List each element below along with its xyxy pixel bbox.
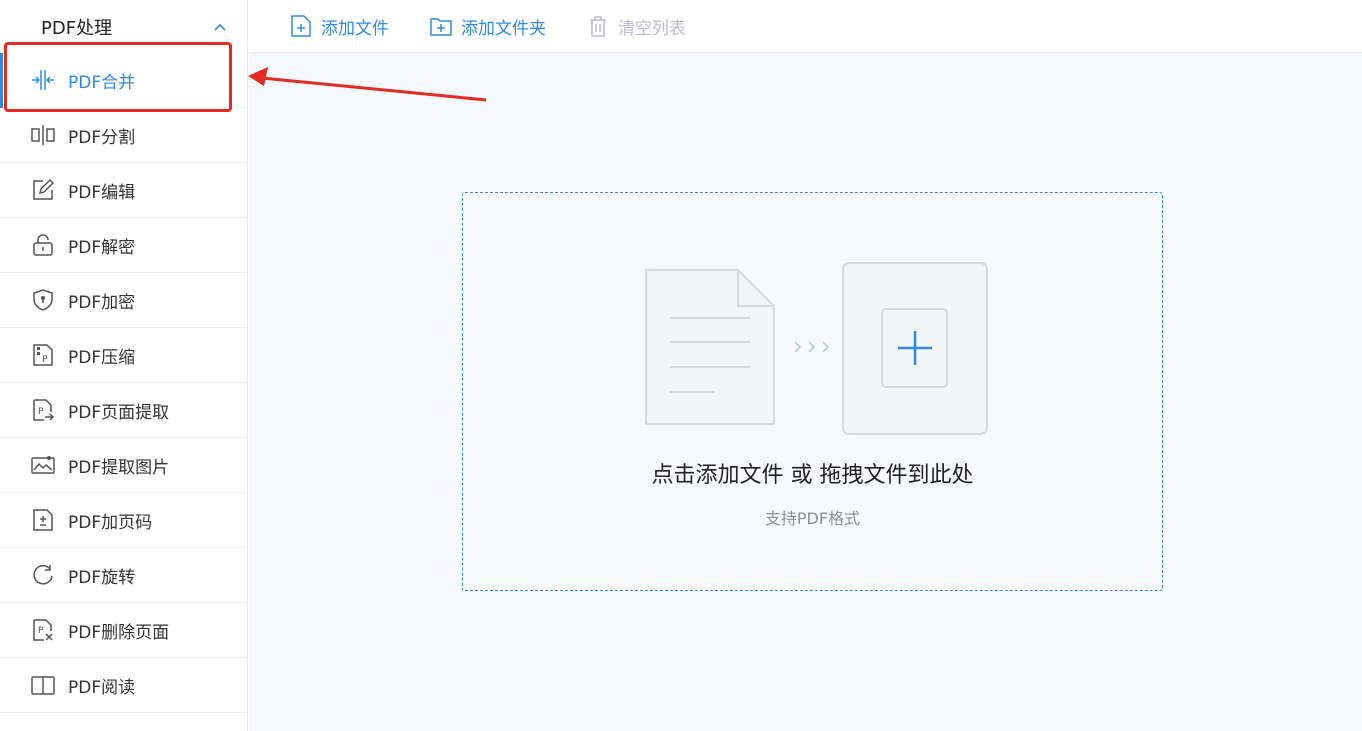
page-extract-icon: P: [30, 397, 56, 423]
trash-icon: [590, 16, 606, 37]
sidebar-header[interactable]: PDF处理: [0, 0, 248, 53]
add-file-button[interactable]: 添加文件: [289, 14, 389, 39]
sidebar-list: PDF合并 PDF分割 PDF编辑 PDF解密 PDF加密 P PDF压缩 P …: [0, 53, 248, 713]
sidebar-item-label: PDF删除页面: [68, 622, 170, 643]
split-icon: [30, 122, 56, 148]
add-folder-label: 添加文件夹: [461, 18, 546, 39]
add-file-label: 添加文件: [321, 18, 389, 39]
sidebar-item-label: PDF页面提取: [68, 402, 170, 423]
file-add-illustration-icon: [645, 262, 988, 435]
edit-icon: [30, 177, 56, 203]
rotate-icon: [30, 562, 56, 588]
dropzone-sub-text: 支持PDF格式: [764, 509, 861, 528]
sidebar-item-label: PDF旋转: [68, 567, 136, 588]
merge-icon: [30, 67, 56, 93]
sidebar-item-label: PDF合并: [68, 72, 136, 93]
sidebar: PDF处理 PDF合并 PDF分割 PDF编辑 PDF解密 PDF加密 P PD…: [0, 0, 248, 731]
sidebar-item-pdf-read[interactable]: PDF阅读: [0, 658, 248, 713]
add-folder-icon: [430, 18, 452, 36]
sidebar-item-pdf-encrypt[interactable]: PDF加密: [0, 273, 248, 328]
sidebar-item-pdf-merge[interactable]: PDF合并: [0, 53, 248, 108]
sidebar-item-label: PDF编辑: [68, 182, 136, 203]
add-file-icon: [291, 15, 311, 37]
sidebar-item-pdf-image-extract[interactable]: PDF提取图片: [0, 438, 248, 493]
sidebar-item-pdf-page-extract[interactable]: P PDF页面提取: [0, 383, 248, 438]
page-number-icon: [30, 507, 56, 533]
file-dropzone[interactable]: 点击添加文件 或 拖拽文件到此处 支持PDF格式: [462, 192, 1163, 591]
sidebar-item-label: PDF加密: [68, 292, 136, 313]
sidebar-item-label: PDF压缩: [68, 347, 136, 368]
sidebar-title: PDF处理: [41, 17, 113, 39]
book-icon: [30, 672, 56, 698]
sidebar-item-label: PDF阅读: [68, 677, 136, 698]
image-extract-icon: [30, 452, 56, 478]
sidebar-item-pdf-decrypt[interactable]: PDF解密: [0, 218, 248, 273]
sidebar-item-pdf-page-number[interactable]: PDF加页码: [0, 493, 248, 548]
svg-text:P: P: [38, 626, 44, 636]
sidebar-item-pdf-split[interactable]: PDF分割: [0, 108, 248, 163]
unlock-icon: [30, 232, 56, 258]
chevron-up-icon[interactable]: [212, 19, 228, 35]
sidebar-item-label: PDF解密: [68, 237, 136, 258]
compress-icon: P: [30, 342, 56, 368]
toolbar: 添加文件 添加文件夹 清空列表: [249, 0, 1362, 53]
app-window: PDF处理 PDF合并 PDF分割 PDF编辑 PDF解密 PDF加密 P PD…: [0, 0, 1362, 731]
delete-page-icon: P: [30, 617, 56, 643]
clear-list-label: 清空列表: [618, 18, 686, 39]
shield-lock-icon: [30, 287, 56, 313]
svg-text:P: P: [38, 407, 44, 417]
sidebar-item-label: PDF分割: [68, 127, 136, 148]
dropzone-main-text: 点击添加文件 或 拖拽文件到此处: [651, 463, 974, 488]
svg-text:P: P: [42, 355, 48, 365]
sidebar-item-pdf-rotate[interactable]: PDF旋转: [0, 548, 248, 603]
sidebar-item-label: PDF加页码: [68, 512, 153, 533]
sidebar-item-pdf-edit[interactable]: PDF编辑: [0, 163, 248, 218]
add-folder-button[interactable]: 添加文件夹: [429, 14, 546, 39]
sidebar-item-label: PDF提取图片: [68, 457, 170, 478]
main-area: 点击添加文件 或 拖拽文件到此处 支持PDF格式: [249, 53, 1362, 731]
clear-list-button[interactable]: 清空列表: [586, 14, 686, 39]
sidebar-item-pdf-compress[interactable]: P PDF压缩: [0, 328, 248, 383]
sidebar-item-pdf-delete-page[interactable]: P PDF删除页面: [0, 603, 248, 658]
